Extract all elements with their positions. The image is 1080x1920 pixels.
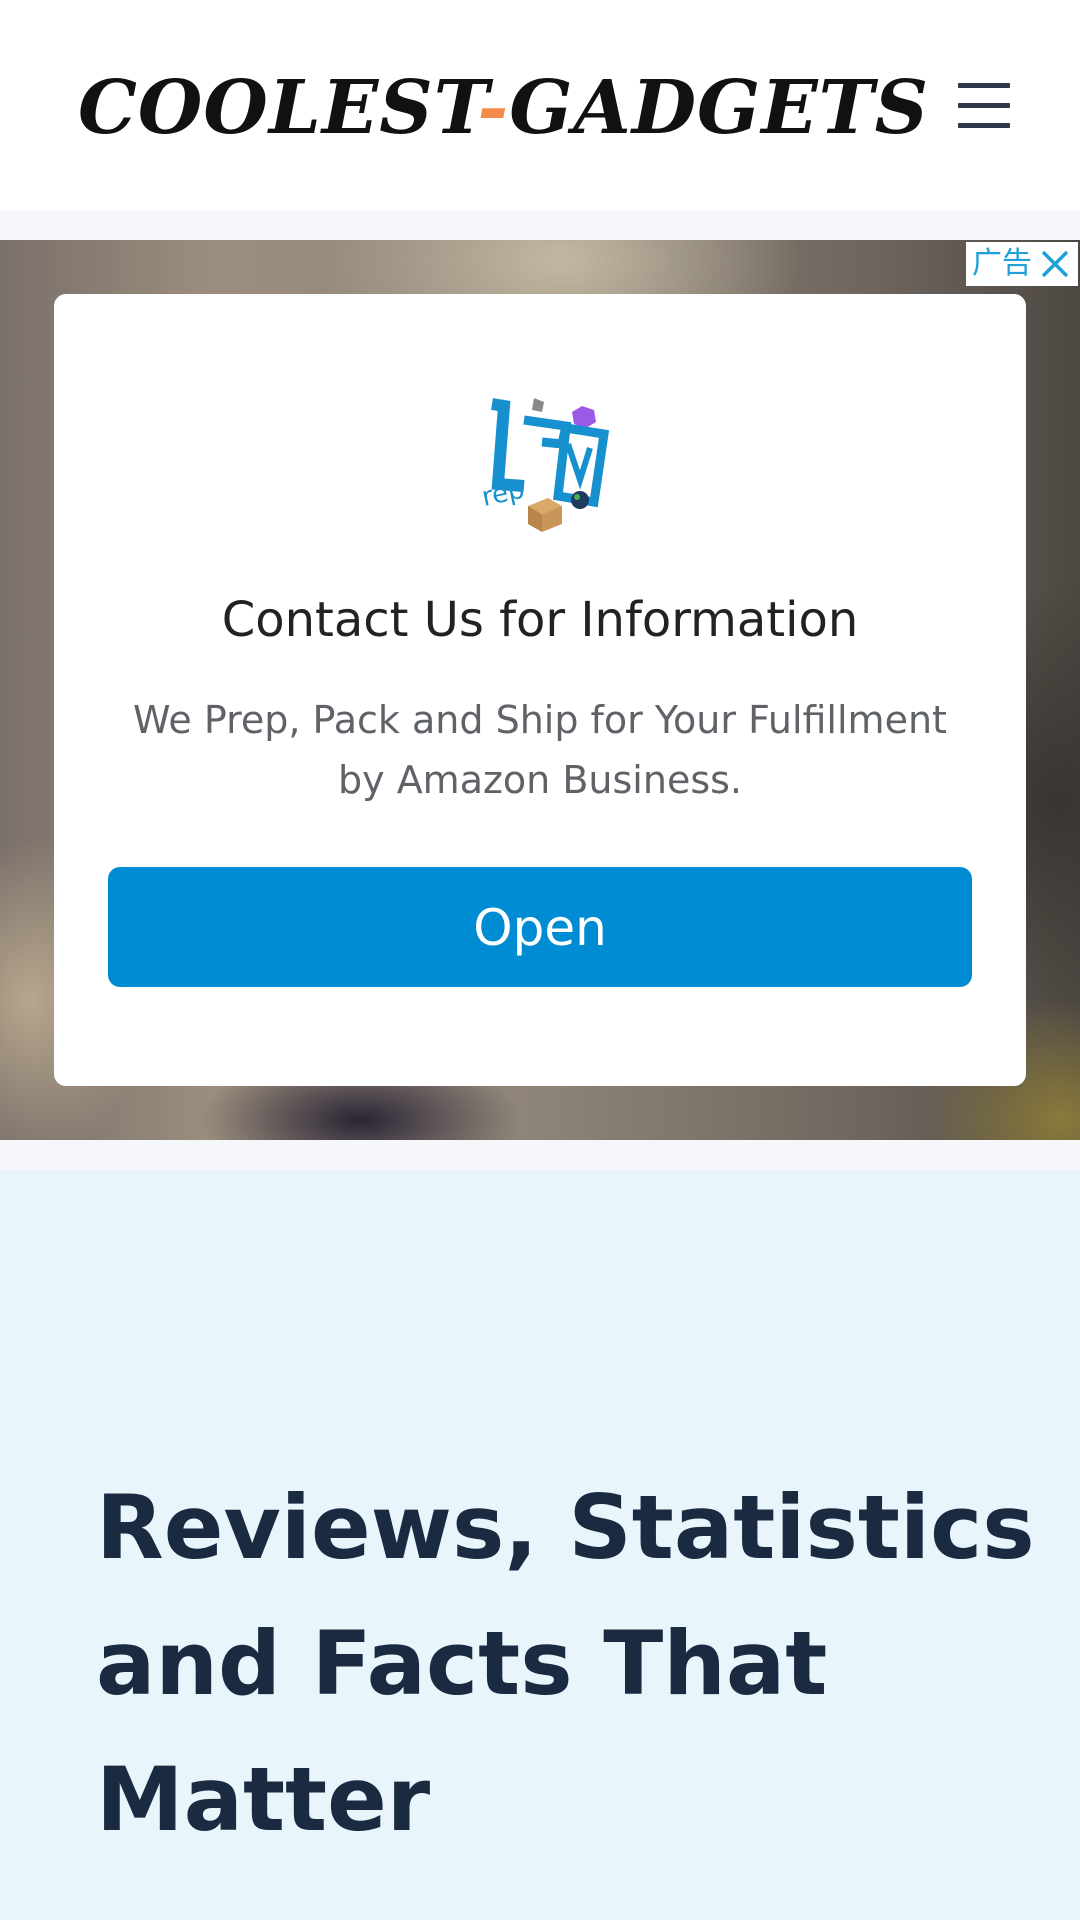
logo-text-gadgets: GADGETS bbox=[509, 65, 930, 151]
ad-choices-badge[interactable]: 广告 bbox=[966, 242, 1078, 286]
menu-bar-bottom bbox=[958, 123, 1010, 128]
spacer-bottom bbox=[0, 1140, 1080, 1170]
hero-title: Reviews, Statistics and Facts That Matte… bbox=[96, 1476, 1035, 1851]
menu-bar-middle bbox=[958, 103, 1010, 108]
open-button[interactable]: Open bbox=[108, 867, 972, 987]
site-logo[interactable]: COOLEST-GADGETS bbox=[78, 58, 929, 158]
spacer-top bbox=[0, 210, 1080, 240]
site-header: COOLEST-GADGETS bbox=[0, 0, 1080, 210]
hamburger-menu-icon[interactable] bbox=[952, 80, 1012, 130]
uprep-logo-icon: rep bbox=[479, 398, 610, 532]
logo-dash: - bbox=[477, 65, 510, 151]
ad-title: Contact Us for Information bbox=[221, 592, 859, 648]
logo-text-coolest: COOLEST bbox=[78, 65, 478, 151]
menu-bar-top bbox=[958, 83, 1010, 88]
ad-card[interactable]: rep Contact Us for Information We Prep, … bbox=[54, 294, 1026, 1086]
logo-rep-text: rep bbox=[479, 475, 527, 513]
hero-section: Reviews, Statistics and Facts That Matte… bbox=[0, 1170, 1080, 1920]
ad-label: 广告 bbox=[972, 246, 1032, 281]
ad-description: We Prep, Pack and Ship for Your Fulfillm… bbox=[133, 698, 947, 802]
close-icon[interactable] bbox=[1038, 247, 1072, 281]
